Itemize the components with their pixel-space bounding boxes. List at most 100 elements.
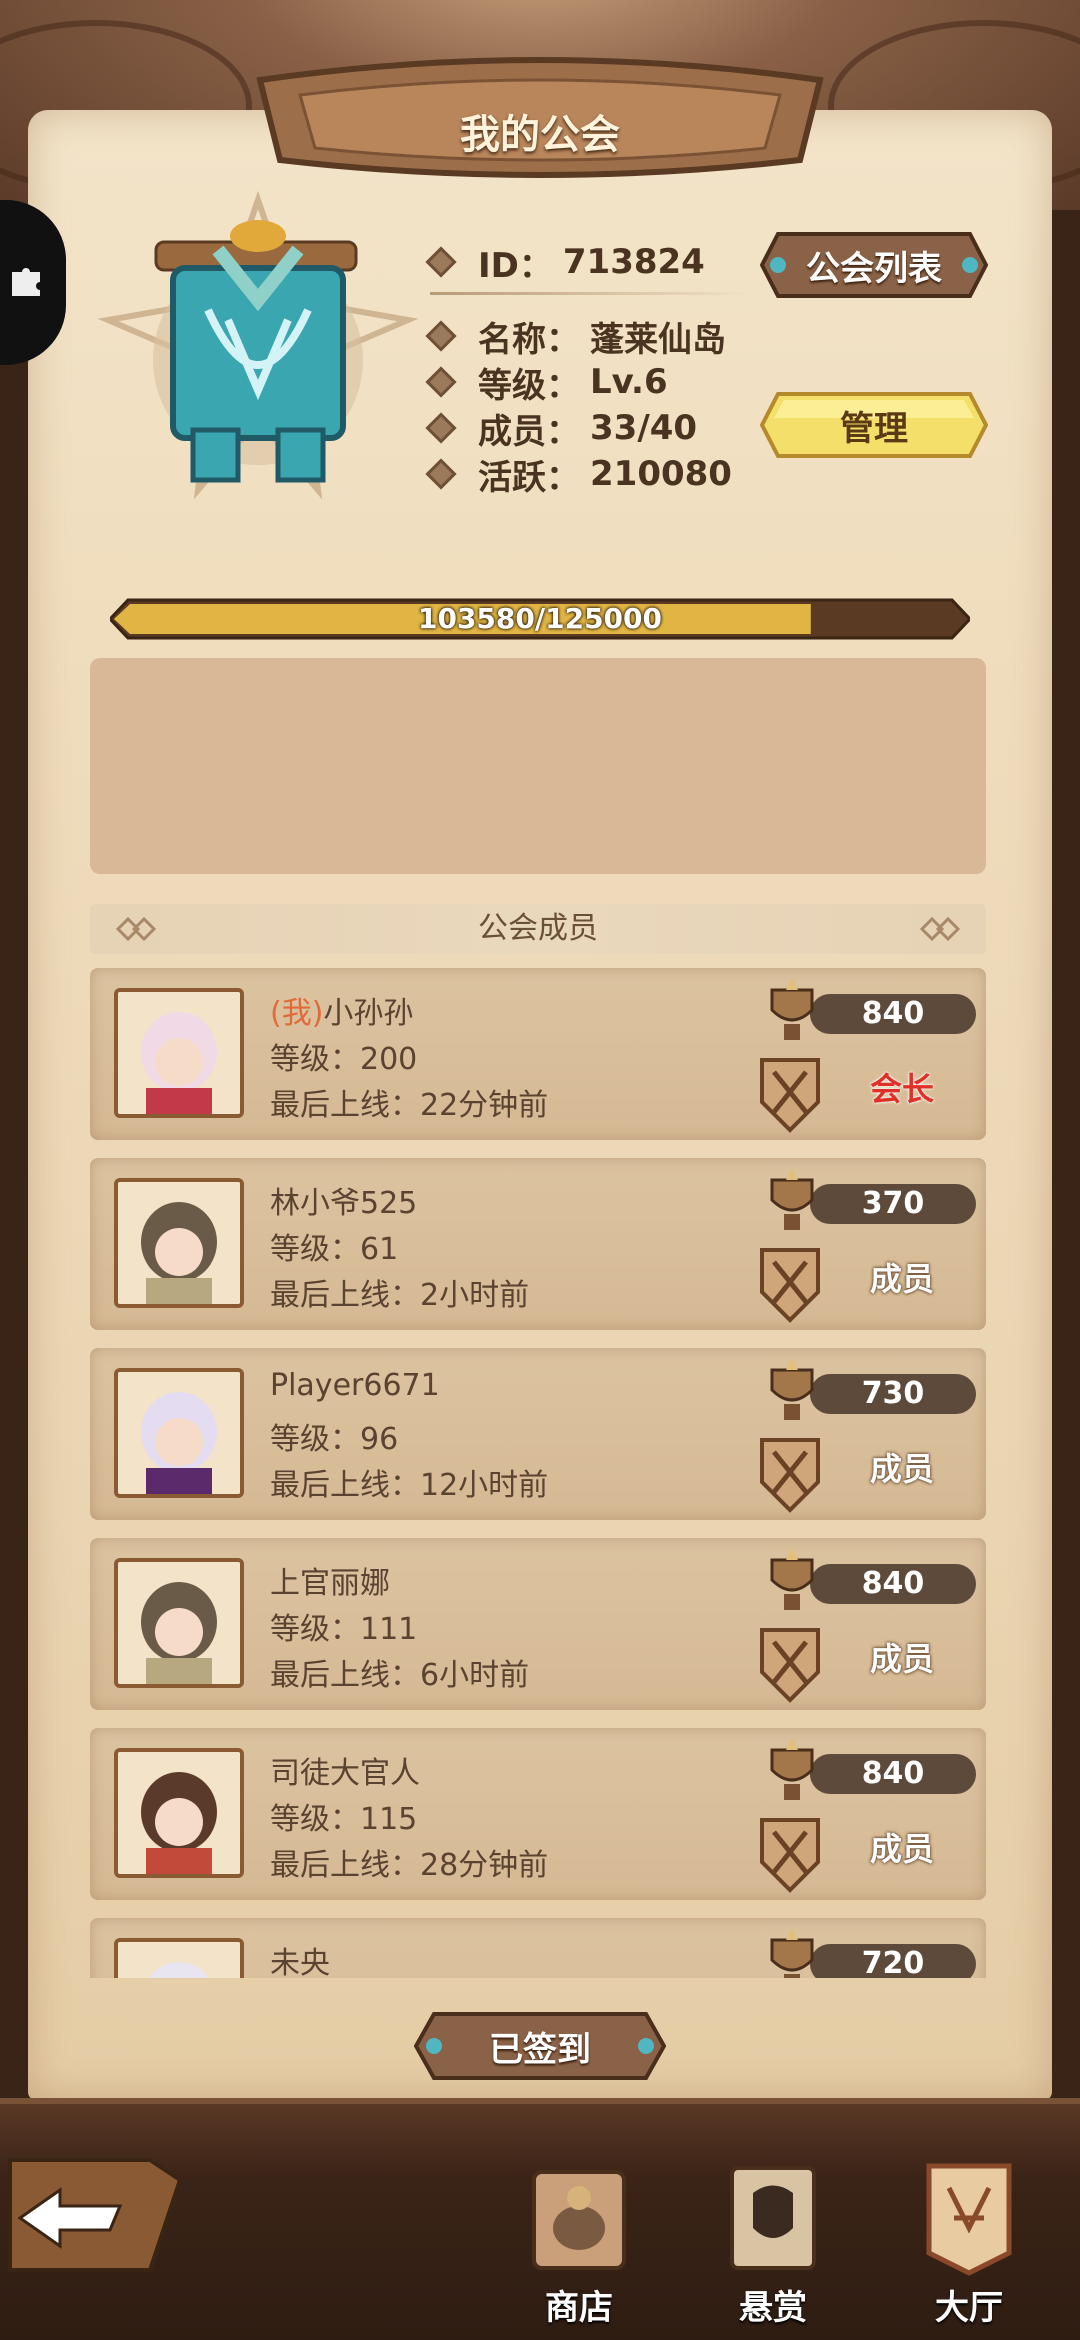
member-avatar[interactable] [114,1178,244,1308]
rank-shield-icon [760,1438,820,1513]
rank-shield-icon [760,1818,820,1893]
nav-hall[interactable]: 大厅 [904,2158,1034,2338]
guild-activity-value: 210080 [590,454,732,494]
member-row[interactable]: (我)小孙孙等级：200 最后上线：22分钟前 840 会长 [90,968,986,1140]
nav-shop[interactable]: 商店 [514,2158,644,2338]
trophy-icon [770,1928,814,1978]
nav-shop-label: 商店 [545,2288,613,2328]
trophy-icon [770,1358,814,1420]
nav-bounty[interactable]: 悬赏 [708,2158,838,2338]
member-row[interactable]: 司徒大官人 等级：115 最后上线：28分钟前 840 成员 [90,1728,986,1900]
member-row[interactable]: Player6671 等级：96 最后上线：12小时前 730 成员 [90,1348,986,1520]
member-level: 等级：111 [270,1612,418,1647]
member-name-text: 上官丽娜 [270,1566,390,1601]
member-row[interactable]: 林小爷525 等级：61 最后上线：2小时前 370 成员 [90,1158,986,1330]
member-role: 成员 [870,1450,935,1488]
ornament-icon [919,916,961,942]
member-score: 840 [810,1754,976,1794]
guild-activity-label: 活跃： [478,457,580,498]
member-name-text: 司徒大官人 [270,1756,420,1791]
guild-list-label: 公会列表 [806,248,942,289]
member-name: 未央 [270,1938,330,1978]
member-name: 司徒大官人 [270,1748,420,1792]
hall-icon [926,2163,1012,2276]
trophy-icon [770,978,814,1040]
guild-exp-progress: 103580/125000 [107,596,973,642]
self-tag: (我) [270,996,324,1031]
member-level: 等级：200 [270,1042,418,1077]
diamond-bullet-icon [425,458,457,490]
member-avatar[interactable] [114,1938,244,1978]
member-list[interactable]: (我)小孙孙等级：200 最后上线：22分钟前 840 会长林小爷525 等级：61 最后… [90,968,990,1978]
member-role: 成员 [870,1640,935,1678]
progress-text: 103580/125000 [417,602,662,635]
member-name-text: 未央 [270,1946,330,1978]
guild-screen: 我的公会 ID： 713824 名称： 蓬莱仙岛 等级： Lv.6 成员： 33… [0,0,1080,2340]
member-last-online: 最后上线：28分钟前 [270,1848,549,1883]
member-name-text: 小孙孙 [323,996,414,1031]
guild-members-row: 成员： 33/40 [425,404,697,452]
trophy-icon [770,1548,814,1610]
divider [430,292,750,295]
member-avatar[interactable] [114,1558,244,1688]
guild-name-row: 名称： 蓬莱仙岛 [425,312,726,360]
trophy-icon [770,1738,814,1800]
guild-level-row: 等级： Lv.6 [425,358,668,406]
member-row[interactable]: 上官丽娜等级：111 最后上线：6小时前 840 成员 [90,1538,986,1710]
back-button[interactable] [0,2140,190,2290]
member-role: 成员 [870,1830,935,1868]
guild-id-row: ID： 713824 [425,238,705,286]
rank-shield-icon [760,1248,820,1323]
member-level: 等级：96 [270,1422,399,1457]
guild-name-value: 蓬莱仙岛 [590,319,726,360]
member-last-online: 最后上线：6小时前 [270,1658,530,1693]
member-avatar[interactable] [114,1748,244,1878]
member-name: 林小爷525 [270,1178,417,1222]
member-score: 840 [810,994,976,1034]
member-role: 成员 [870,1260,935,1298]
manage-button[interactable]: 管理 [759,388,989,462]
member-role: 会长 [870,1070,935,1108]
member-name-text: Player6671 [270,1368,440,1403]
signed-in-button[interactable]: 已签到 [413,2008,667,2084]
page-title: 我的公会 [460,112,620,158]
member-score: 840 [810,1564,976,1604]
guild-activity-row: 活跃： 210080 [425,450,732,498]
members-section-header: 公会成员 [90,904,986,954]
member-level: 等级：61 [270,1232,399,1267]
guild-members-label: 成员： [478,411,580,452]
member-last-online: 最后上线：22分钟前 [270,1088,549,1123]
back-arrow-icon [8,2158,183,2272]
guild-notice-box[interactable] [90,658,986,874]
members-section-title: 公会成员 [478,911,598,946]
trophy-icon [770,1168,814,1230]
member-name: Player6671 [270,1368,440,1403]
signed-in-label: 已签到 [489,2029,591,2070]
bounty-icon [730,2166,816,2270]
nav-bounty-label: 悬赏 [739,2288,807,2328]
guild-name-label: 名称： [478,319,580,360]
puzzle-icon [12,268,40,296]
member-row[interactable]: 未央 720 [90,1918,986,1978]
guild-id-label: ID： [478,245,553,286]
diamond-bullet-icon [425,320,457,352]
guild-emblem [88,190,428,510]
member-avatar[interactable] [114,1368,244,1498]
diamond-bullet-icon [425,246,457,278]
guild-id-value: 713824 [562,242,705,282]
member-name: 上官丽娜 [270,1558,390,1602]
shop-icon [532,2170,626,2270]
diamond-bullet-icon [425,412,457,444]
member-score: 720 [810,1944,976,1978]
rank-shield-icon [760,1058,820,1133]
guild-list-button[interactable]: 公会列表 [759,228,989,302]
member-avatar[interactable] [114,988,244,1118]
member-last-online: 最后上线：12小时前 [270,1468,549,1503]
member-last-online: 最后上线：2小时前 [270,1278,530,1313]
title-banner: 我的公会 [240,40,840,190]
rank-shield-icon [760,1628,820,1703]
member-score: 370 [810,1184,976,1224]
guild-level-label: 等级： [478,365,580,406]
nav-hall-label: 大厅 [935,2288,1003,2328]
member-name-text: 林小爷525 [270,1186,418,1221]
